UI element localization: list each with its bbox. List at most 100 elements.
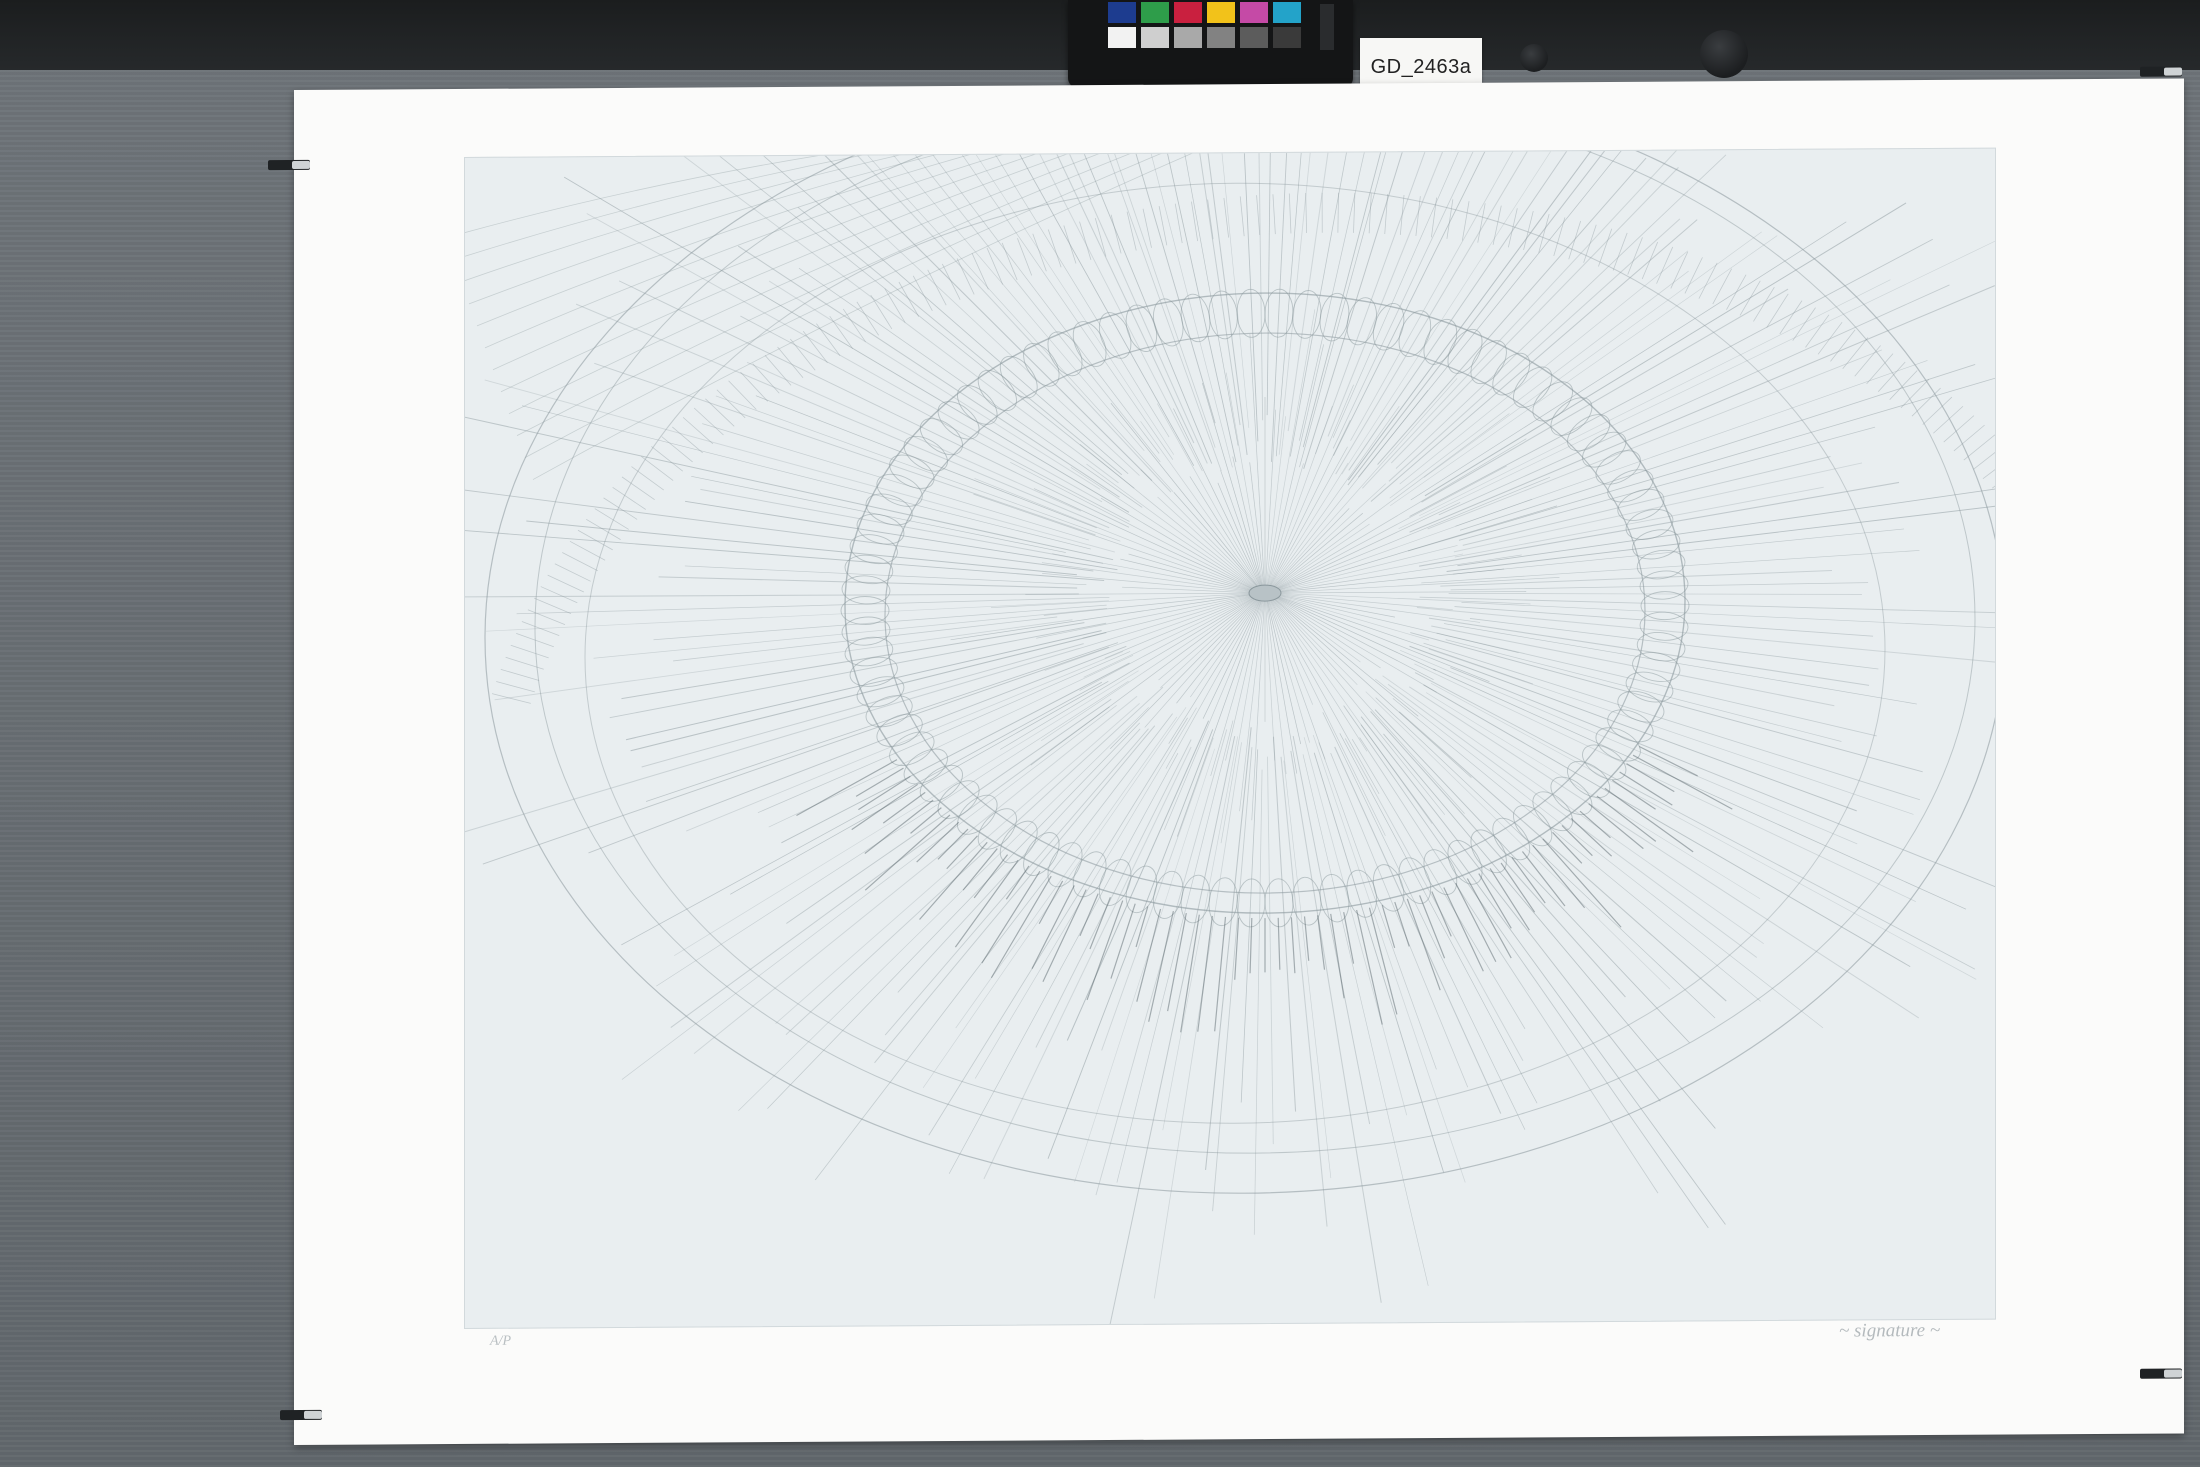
center-radial-stroke bbox=[1010, 461, 1255, 590]
center-radial-stroke bbox=[1271, 599, 1433, 824]
radial-hatch-line bbox=[1382, 675, 1764, 945]
center-radial-stroke bbox=[1277, 591, 1527, 594]
radial-hatch-line bbox=[1419, 279, 1891, 517]
color-swatch bbox=[1141, 27, 1169, 48]
corner-sweep-line bbox=[465, 148, 886, 239]
top-band-tick bbox=[510, 644, 549, 659]
top-band-tick bbox=[1239, 196, 1245, 237]
radial-hatch-line bbox=[1414, 672, 1976, 970]
radial-hatch-line bbox=[1450, 582, 1869, 591]
ring-segment-lobe bbox=[1447, 328, 1483, 374]
radial-hatch-line bbox=[1440, 569, 1832, 587]
shadow-hatch-stroke bbox=[981, 870, 1041, 964]
radial-hatch-line bbox=[1313, 752, 1445, 1173]
radial-hatch-line bbox=[1332, 148, 1486, 438]
shadow-hatch-stroke bbox=[1249, 917, 1253, 974]
top-band-tick bbox=[1063, 225, 1077, 264]
radial-hatch-line bbox=[1278, 148, 1319, 455]
top-band-tick bbox=[1991, 464, 1995, 489]
radial-hatch-line bbox=[1255, 148, 1264, 421]
radial-hatch-line bbox=[1428, 617, 1870, 686]
shadow-hatch-stroke bbox=[1343, 911, 1355, 964]
top-band-tick bbox=[816, 323, 841, 356]
center-radial-stroke bbox=[1270, 462, 1349, 587]
shadow-hatch-stroke bbox=[1317, 915, 1326, 970]
top-band-tick bbox=[1553, 217, 1566, 257]
shadow-hatch-stroke bbox=[916, 821, 960, 863]
radial-hatch-line bbox=[686, 651, 1124, 832]
ring-segment-lobe bbox=[1447, 839, 1483, 885]
edition-mark: A/P bbox=[490, 1333, 511, 1349]
shadow-hatch-stroke bbox=[962, 848, 998, 891]
center-radial-stroke bbox=[1128, 553, 1254, 592]
color-swatch bbox=[1174, 27, 1202, 48]
radial-hatch-line bbox=[1175, 148, 1239, 446]
corner-sweep-line bbox=[500, 148, 1096, 393]
radial-hatch-line bbox=[494, 619, 1073, 701]
shadow-hatch-stroke bbox=[1419, 895, 1446, 959]
center-radial-stroke bbox=[1275, 476, 1551, 591]
top-band-tick bbox=[941, 263, 961, 300]
radial-hatch-line bbox=[594, 362, 1096, 536]
radial-hatch-line bbox=[1109, 736, 1236, 1325]
top-band-tick bbox=[1174, 203, 1183, 244]
corner-sweep-line bbox=[524, 148, 1186, 458]
top-band-tick bbox=[898, 281, 920, 317]
radial-hatch-line bbox=[1390, 235, 1778, 506]
ring-segment-lobe bbox=[1023, 343, 1060, 387]
ring-segment-lobe bbox=[1625, 508, 1674, 540]
top-band-tick bbox=[927, 269, 947, 306]
radial-hatch-line bbox=[465, 647, 1080, 839]
radial-hatch-line bbox=[974, 707, 1197, 1079]
corner-sweep-line bbox=[465, 148, 946, 283]
radial-hatch-line bbox=[738, 707, 1149, 1111]
center-radial-stroke bbox=[1266, 309, 1316, 586]
top-band-tick bbox=[1492, 205, 1502, 245]
center-radial-stroke bbox=[1239, 600, 1265, 812]
top-band-tick bbox=[1288, 193, 1292, 234]
shadow-hatch-stroke bbox=[1542, 838, 1622, 928]
paper-clip bbox=[2140, 66, 2182, 77]
shadow-hatch-stroke bbox=[1167, 912, 1187, 1012]
radial-hatch-line bbox=[1358, 148, 1676, 478]
shadow-hatch-stroke bbox=[1394, 901, 1410, 947]
top-band-tick bbox=[1272, 194, 1276, 235]
shadow-hatch-stroke bbox=[937, 828, 969, 860]
radial-hatch-line bbox=[486, 600, 1109, 632]
outer-ring-line bbox=[534, 148, 1976, 1154]
radial-hatch-line bbox=[1343, 705, 1709, 1229]
top-band-tick bbox=[1568, 220, 1582, 260]
top-band-tick bbox=[1399, 194, 1405, 235]
top-band-tick bbox=[1158, 206, 1168, 246]
radial-hatch-line bbox=[1047, 729, 1214, 1159]
radial-hatch-line bbox=[1389, 270, 1689, 499]
radial-hatch-line bbox=[1370, 219, 1698, 502]
radial-hatch-line bbox=[641, 643, 1084, 768]
shadow-hatch-stroke bbox=[1638, 745, 1698, 777]
radial-hatch-line bbox=[1454, 486, 1824, 558]
top-band-tick bbox=[554, 563, 591, 582]
radial-hatch-line bbox=[1407, 367, 1995, 552]
shadow-hatch-stroke bbox=[1038, 880, 1064, 925]
shadow-hatch-stroke bbox=[1180, 914, 1200, 1033]
radial-hatch-line bbox=[588, 645, 1127, 854]
shadow-hatch-stroke bbox=[1214, 916, 1227, 1032]
top-band-tick bbox=[521, 621, 560, 636]
radial-hatch-line bbox=[1283, 760, 1332, 1179]
color-swatch bbox=[1273, 2, 1301, 23]
center-radial-stroke bbox=[1079, 596, 1255, 691]
radial-hatch-line bbox=[1469, 618, 1879, 670]
ring-segment-lobe bbox=[1639, 570, 1689, 600]
radial-hatch-line bbox=[969, 148, 1195, 444]
radial-hatch-line bbox=[786, 698, 1112, 924]
radial-hatch-line bbox=[1408, 686, 1920, 1019]
radial-hatch-line bbox=[1365, 691, 1671, 990]
top-band-tick bbox=[764, 354, 792, 386]
top-band-tick bbox=[1641, 241, 1659, 280]
top-band-tick bbox=[1982, 454, 1995, 479]
radial-hatch-line bbox=[1453, 462, 1863, 553]
top-band-tick bbox=[1817, 321, 1843, 355]
radial-hatch-line bbox=[1409, 238, 1933, 517]
radial-hatch-line bbox=[1428, 648, 1914, 815]
top-band-tick bbox=[829, 315, 854, 349]
